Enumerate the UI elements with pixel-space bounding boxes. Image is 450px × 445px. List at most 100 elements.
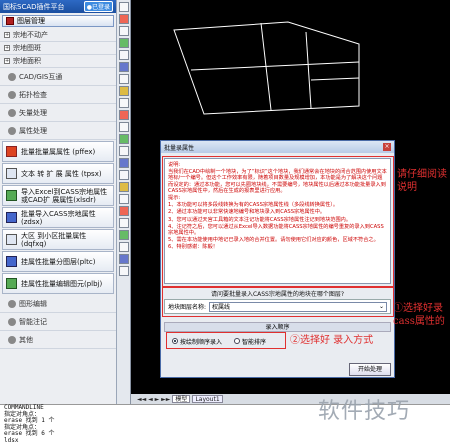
section-label: 属性处理 <box>19 126 47 135</box>
section-other[interactable]: 其他 <box>0 331 116 349</box>
spline-tool-icon[interactable] <box>119 62 129 72</box>
tool-label: 挂属性批量编辑图元(plbj) <box>21 279 103 288</box>
highlight-box <box>162 287 394 317</box>
start-button[interactable]: 开始处理 <box>349 363 391 376</box>
block-tool-icon[interactable] <box>119 98 129 108</box>
section-parcel-area[interactable]: + 宗地面积 <box>0 55 116 68</box>
panel-title: 国标SCAD插件平台 <box>3 2 65 11</box>
tool-icon <box>6 146 17 157</box>
section-label: 其他 <box>19 335 33 344</box>
tool-button-batch-attr[interactable]: 批量批量属属性 (pffex) <box>2 141 114 162</box>
extend-tool-icon[interactable] <box>119 230 129 240</box>
dialog-titlebar: 批量录属性 × <box>161 141 394 153</box>
line-tool-icon[interactable] <box>119 2 129 12</box>
rect-tool-icon[interactable] <box>119 26 129 36</box>
mirror-tool-icon[interactable] <box>119 158 129 168</box>
section-smart-annotate[interactable]: 智能注记 <box>0 313 116 331</box>
tool-icon <box>6 212 17 223</box>
tool-icon <box>6 256 17 267</box>
trim-tool-icon[interactable] <box>119 218 129 228</box>
dialog-title: 批量录属性 <box>164 144 195 152</box>
draw-toolbar <box>117 0 131 404</box>
tool-icon <box>6 278 17 289</box>
section-label: 拓扑检查 <box>19 90 47 99</box>
panel-header: 国标SCAD插件平台 ●已登录 <box>0 0 116 13</box>
section-parcel-patch[interactable]: + 宗地图斑 <box>0 42 116 55</box>
annotation-select-layer-2: cass属性的 <box>393 316 445 327</box>
gear-icon <box>8 299 16 308</box>
tool-label: 挂属性批量分图层(pltc) <box>21 257 96 266</box>
gear-icon <box>8 126 16 135</box>
parcel-line <box>190 61 360 71</box>
plugin-panel: 国标SCAD插件平台 ●已登录 图层管理 + 宗地不动产 + 宗地图斑 + 宗地面积 … <box>0 0 117 404</box>
expand-icon: + <box>4 45 10 51</box>
highlight-box <box>166 332 286 349</box>
fillet-tool-icon[interactable] <box>119 254 129 264</box>
close-icon[interactable]: × <box>383 143 391 151</box>
layer-icon <box>6 17 14 25</box>
ellipse-tool-icon[interactable] <box>119 74 129 84</box>
parcel-line <box>305 31 312 109</box>
layer-manager-label: 图层管理 <box>17 17 45 25</box>
explode-tool-icon[interactable] <box>119 266 129 276</box>
watermark: 软件技巧 <box>318 399 411 424</box>
tool-label: 批量导入CASS宗地属性 (zdsx) <box>21 209 96 226</box>
tab-model[interactable]: 模型 <box>172 395 191 403</box>
circle-tool-icon[interactable] <box>119 50 129 60</box>
tool-button-split-layer[interactable]: 挂属性批量分图层(pltc) <box>2 251 114 272</box>
tool-label: 导入Excel到CASS宗地属性或CAD扩 展属性(xlsdr) <box>21 187 108 204</box>
gear-icon <box>8 90 16 99</box>
section-vector[interactable]: 矢量处理 <box>0 104 116 122</box>
section-topology-check[interactable]: 拓扑检查 <box>0 86 116 104</box>
tool-label: 批量批量属属性 (pffex) <box>21 147 96 156</box>
gear-icon <box>8 335 16 344</box>
section-label: 宗地图斑 <box>13 44 41 52</box>
tab-nav-icon[interactable]: ◄◄ ◄ ► ►► <box>137 396 170 403</box>
section-parcel-estate[interactable]: + 宗地不动产 <box>0 29 116 42</box>
parcel-line <box>310 77 360 81</box>
hatch-tool-icon[interactable] <box>119 110 129 120</box>
cmd-line: 指定对角点： <box>4 423 41 431</box>
gear-icon <box>8 72 16 81</box>
section-label: 矢量处理 <box>19 108 47 117</box>
tab-layout1[interactable]: Layout1 <box>192 395 223 403</box>
gear-icon <box>8 108 16 117</box>
login-badge[interactable]: ●已登录 <box>83 1 113 12</box>
tool-icon <box>6 168 17 179</box>
tool-button-text-to-attr[interactable]: 文本 转 扩 展 属性 (tpsx) <box>2 163 114 184</box>
polyline-tool-icon[interactable] <box>119 14 129 24</box>
tool-button-excel-import[interactable]: 导入Excel到CASS宗地属性或CAD扩 展属性(xlsdr) <box>2 185 114 206</box>
annotation-read-note-2: 说明 <box>397 182 417 193</box>
tool-button-batch-edit[interactable]: 挂属性批量编辑图元(plbj) <box>2 273 114 294</box>
arc-tool-icon[interactable] <box>119 38 129 48</box>
section-cadgis[interactable]: CAD/GIS互通 <box>0 68 116 86</box>
break-tool-icon[interactable] <box>119 242 129 252</box>
section-label: 宗地不动产 <box>13 31 48 39</box>
section-label: 智能注记 <box>19 317 47 326</box>
tool-button-large-to-small[interactable]: 大区 到小区批量属性 (dqfxq) <box>2 229 114 250</box>
move-tool-icon[interactable] <box>119 134 129 144</box>
annotation-select-order: ②选择好 录入方式 <box>290 335 374 346</box>
layer-manager-button[interactable]: 图层管理 <box>2 15 114 27</box>
section-label: 宗地面积 <box>13 57 41 65</box>
section-label: CAD/GIS互通 <box>19 72 63 81</box>
tool-button-batch-import[interactable]: 批量导入CASS宗地属性 (zdsx) <box>2 207 114 228</box>
highlight-box <box>162 156 394 287</box>
cmd-line: erase 找到 6 个 <box>4 430 55 438</box>
tool-icon <box>6 190 17 201</box>
array-tool-icon[interactable] <box>119 182 129 192</box>
tool-label: 文本 转 扩 展 属性 (tpsx) <box>21 169 102 178</box>
text-tool-icon[interactable] <box>119 122 129 132</box>
scale-tool-icon[interactable] <box>119 206 129 216</box>
tool-label: 大区 到小区批量属性 (dqfxq) <box>21 231 87 248</box>
gear-icon <box>8 317 16 326</box>
expand-icon: + <box>4 32 10 38</box>
tool-icon <box>6 234 17 245</box>
section-graphic-edit[interactable]: 图形编辑 <box>0 295 116 313</box>
insert-tool-icon[interactable] <box>119 86 129 96</box>
offset-tool-icon[interactable] <box>119 170 129 180</box>
section-attribute[interactable]: 属性处理 <box>0 122 116 140</box>
copy-tool-icon[interactable] <box>119 146 129 156</box>
expand-icon: + <box>4 58 10 64</box>
rotate-tool-icon[interactable] <box>119 194 129 204</box>
